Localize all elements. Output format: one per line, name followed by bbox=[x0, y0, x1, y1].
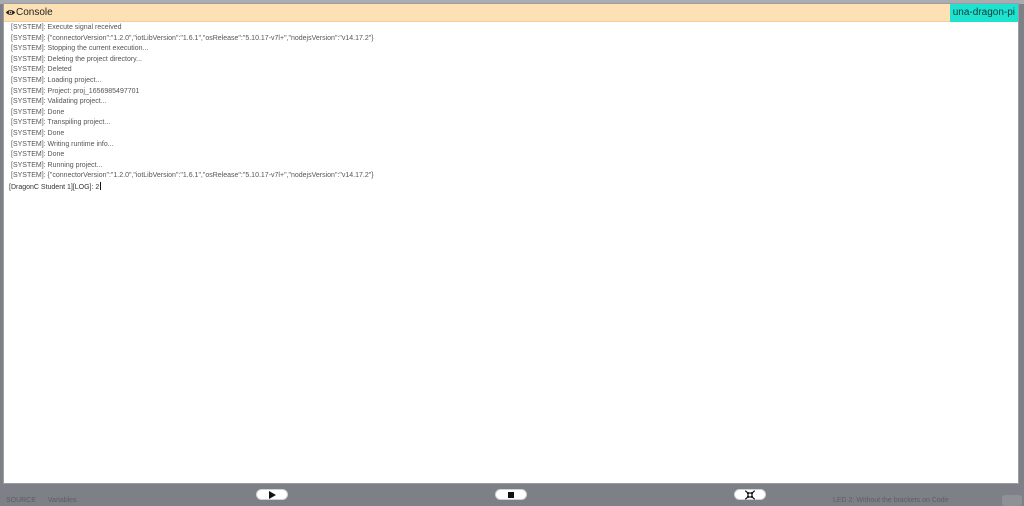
console-window: Console una-dragon-pi [SYSTEM]: Execute … bbox=[3, 3, 1019, 484]
log-line: [SYSTEM]: {"connectorVersion":"1.2.0","i… bbox=[11, 34, 374, 42]
user-log-text: [DragonC Student 1][LOG]: 2 bbox=[9, 183, 100, 191]
log-line: [SYSTEM]: Deleted bbox=[11, 66, 72, 74]
log-line: [SYSTEM]: Stopping the current execution… bbox=[11, 45, 149, 53]
console-header: Console una-dragon-pi bbox=[4, 4, 1018, 22]
log-line: [SYSTEM]: Validating project... bbox=[11, 98, 107, 106]
stop-icon bbox=[508, 491, 514, 498]
log-line: [SYSTEM]: Loading project... bbox=[11, 76, 102, 84]
log-line: [SYSTEM]: Writing runtime info... bbox=[11, 140, 114, 148]
log-line: [SYSTEM]: Execute signal received bbox=[11, 24, 122, 31]
log-line: [SYSTEM]: {"connectorVersion":"1.2.0","i… bbox=[11, 172, 374, 180]
log-line: [SYSTEM]: Deleting the project directory… bbox=[11, 55, 142, 63]
log-line: [SYSTEM]: Done bbox=[11, 108, 65, 116]
collapse-button[interactable] bbox=[734, 489, 766, 500]
footer-left: SOURCE Variables bbox=[6, 497, 87, 504]
device-badge[interactable]: una-dragon-pi bbox=[949, 4, 1018, 22]
log-line: [SYSTEM]: Done bbox=[11, 151, 65, 159]
log-line: [SYSTEM]: Transpiling project... bbox=[11, 119, 111, 127]
play-icon bbox=[269, 490, 276, 499]
log-line: [SYSTEM]: Done bbox=[11, 129, 65, 137]
log-line-user: [DragonC Student 1][LOG]: 2 bbox=[4, 181, 1018, 194]
collapse-arrows-icon bbox=[745, 490, 755, 499]
footer-right[interactable]: LED 2: Without the brackets on Code bbox=[833, 497, 949, 504]
log-line: [SYSTEM]: Project: proj_1656985497701 bbox=[11, 87, 140, 95]
eye-icon[interactable] bbox=[5, 7, 16, 18]
play-button[interactable] bbox=[256, 489, 288, 500]
console-log[interactable]: [SYSTEM]: Execute signal received [SYSTEM… bbox=[4, 23, 1018, 483]
stop-button[interactable] bbox=[495, 489, 527, 500]
console-title: Console bbox=[16, 7, 53, 18]
bottom-toolbar: SOURCE Variables LED 2: Without the brac… bbox=[0, 484, 1024, 506]
text-caret bbox=[100, 181, 102, 190]
log-line: [SYSTEM]: Running project... bbox=[11, 161, 103, 169]
footer-left-text-1[interactable]: SOURCE bbox=[6, 497, 36, 504]
footer-left-text-2[interactable]: Variables bbox=[48, 497, 77, 504]
corner-button[interactable] bbox=[1002, 495, 1022, 506]
